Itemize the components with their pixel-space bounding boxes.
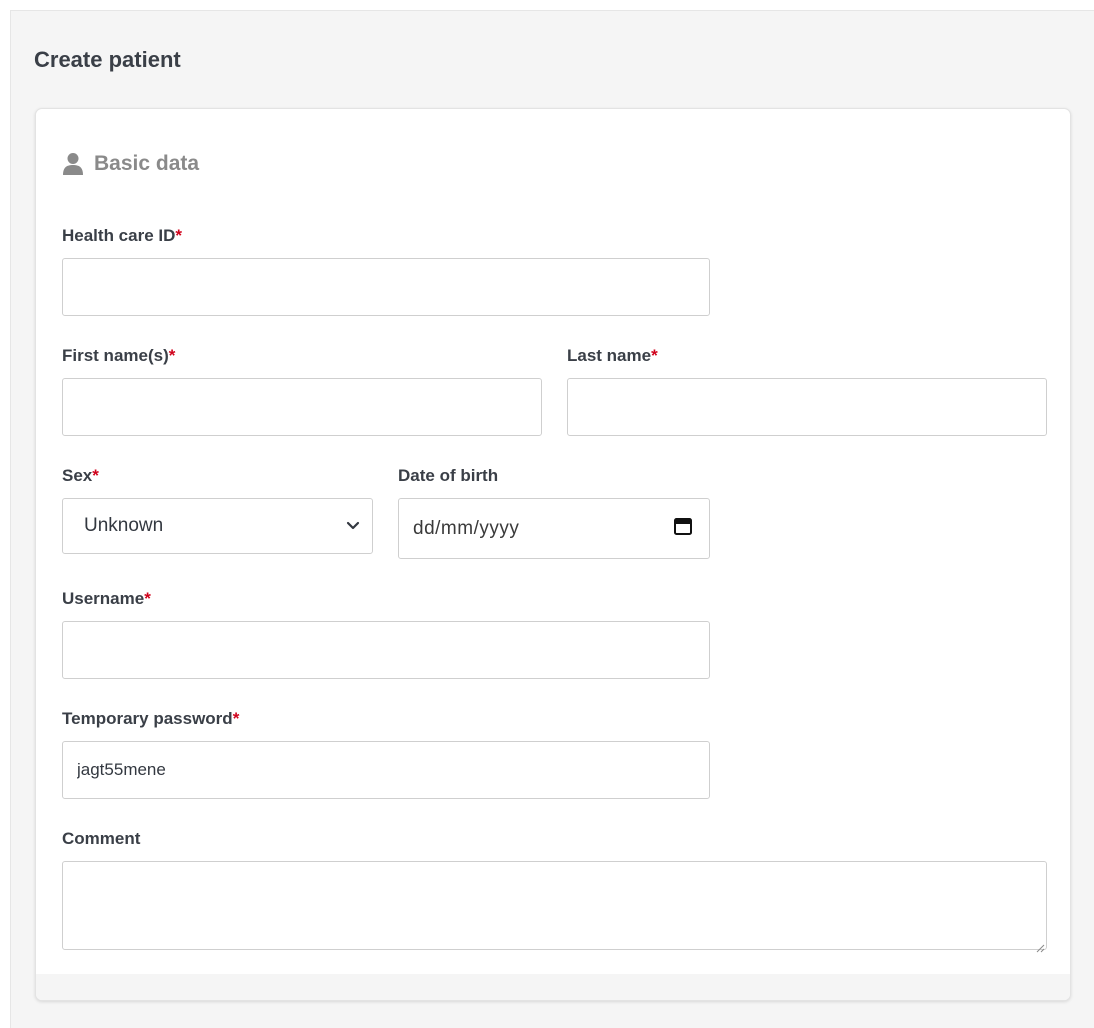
temporary-password-label: Temporary password* (62, 709, 240, 728)
calendar-icon[interactable] (673, 516, 693, 542)
first-name-input[interactable] (62, 378, 542, 436)
health-care-id-label: Health care ID* (62, 226, 183, 245)
first-name-label: First name(s)* (62, 346, 176, 365)
basic-data-card: Basic data Health care ID* First name(s)… (35, 108, 1071, 1001)
user-icon (62, 152, 84, 176)
comment-textarea[interactable] (62, 861, 1047, 950)
page-container: Create patient Basic data Health care ID… (10, 10, 1094, 1028)
last-name-input[interactable] (567, 378, 1047, 436)
page-title: Create patient (34, 47, 181, 72)
date-of-birth-input[interactable]: dd/mm/yyyy (398, 498, 710, 559)
last-name-label: Last name* (567, 346, 658, 365)
card-footer (36, 974, 1070, 1000)
sex-label: Sex* (62, 466, 99, 485)
username-label: Username* (62, 589, 151, 608)
date-placeholder: dd/mm/yyyy (413, 517, 520, 539)
date-of-birth-label: Date of birth (398, 466, 499, 485)
temporary-password-input[interactable] (62, 741, 710, 799)
sex-selected-value: Unknown (84, 515, 164, 536)
resize-handle-icon[interactable] (1036, 940, 1045, 958)
username-input[interactable] (62, 621, 710, 679)
health-care-id-input[interactable] (62, 258, 710, 316)
section-header: Basic data (62, 152, 199, 176)
comment-label: Comment (62, 829, 141, 848)
section-title: Basic data (94, 152, 200, 175)
chevron-down-icon (346, 515, 360, 537)
sex-select[interactable]: Unknown (62, 498, 373, 554)
